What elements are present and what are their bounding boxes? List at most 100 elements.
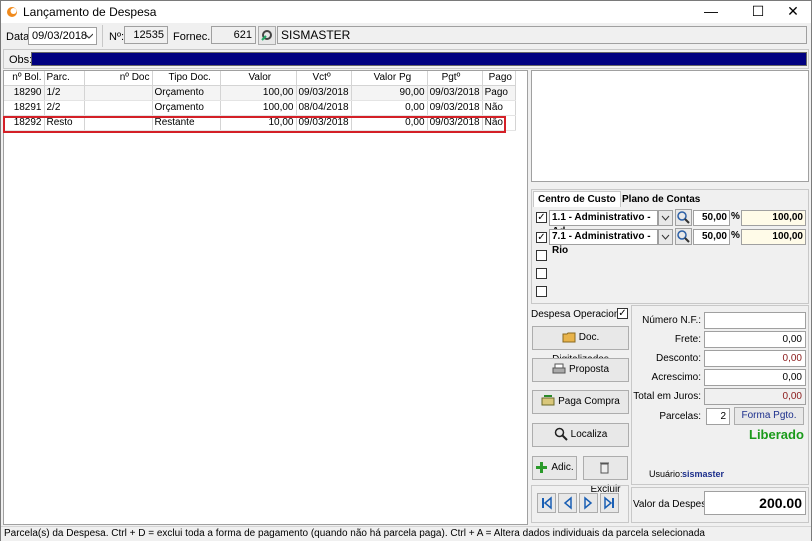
cc-checkbox-2[interactable]: ✓ xyxy=(536,232,547,243)
obs-label: Obs: xyxy=(9,54,33,66)
minimize-icon: — xyxy=(704,3,718,19)
nav-next-button[interactable] xyxy=(579,493,598,513)
table-row-selected[interactable]: 18292 Resto Restante 10,00 09/03/2018 0,… xyxy=(4,115,516,131)
cc-search-button-2[interactable] xyxy=(675,228,692,245)
cc-value-2[interactable]: 100,00 xyxy=(741,229,806,245)
tab-plano-contas[interactable]: Plano de Contas xyxy=(618,192,704,208)
col-header[interactable]: nº Doc xyxy=(84,71,153,86)
num-field[interactable]: 12535 xyxy=(124,26,168,44)
desconto-field[interactable]: 0,00 xyxy=(704,350,806,367)
cc-search-button-1[interactable] xyxy=(675,209,692,226)
parcelas-field[interactable]: 2 xyxy=(706,408,730,425)
cell: 18290 xyxy=(4,85,45,101)
percent-sign: % xyxy=(731,230,740,241)
proposta-button[interactable]: Proposta xyxy=(532,358,629,382)
cc-percent-2[interactable]: 50,00 xyxy=(693,229,730,245)
cc-checkbox-3[interactable] xyxy=(536,250,547,261)
col-header[interactable]: Vctº xyxy=(296,71,352,86)
col-header[interactable]: nº Bol. xyxy=(4,71,45,86)
frete-label: Frete: xyxy=(674,334,701,345)
title-bar: Lançamento de Despesa — ☐ ✕ xyxy=(1,1,811,23)
cell: Resto xyxy=(44,115,85,131)
valor-despesa-field[interactable]: 200.00 xyxy=(704,491,806,515)
fornec-search-button[interactable] xyxy=(258,26,276,45)
col-header[interactable]: Valor Pg xyxy=(351,71,428,86)
cc-value-1[interactable]: 100,00 xyxy=(741,210,806,226)
chevron-down-icon xyxy=(661,234,670,240)
cc-percent-1[interactable]: 50,00 xyxy=(693,210,730,226)
cc-checkbox-4[interactable] xyxy=(536,268,547,279)
minimize-button[interactable]: — xyxy=(691,1,731,22)
cc-checkbox-5[interactable] xyxy=(536,286,547,297)
status-bar: Parcela(s) da Despesa. Ctrl + D = exclui… xyxy=(1,526,811,541)
obs-input[interactable] xyxy=(31,52,807,66)
usuario-value: sismaster xyxy=(682,469,725,479)
doc-digitalizados-button[interactable]: Doc. Digitalizados xyxy=(532,326,629,365)
col-header[interactable]: Parc. xyxy=(44,71,85,86)
col-header[interactable]: Pago xyxy=(482,71,516,86)
table-row[interactable]: 18291 2/2 Orçamento 100,00 08/04/2018 0,… xyxy=(4,100,516,116)
search-icon xyxy=(554,428,568,442)
data-select[interactable]: 09/03/2018 xyxy=(28,27,97,45)
total-juros-field: 0,00 xyxy=(704,388,806,405)
cell: Não xyxy=(482,100,516,116)
cell: 09/03/2018 xyxy=(427,100,483,116)
chevron-down-icon xyxy=(661,215,670,221)
printer-icon xyxy=(552,363,566,374)
search-icon xyxy=(677,211,690,224)
numero-nf-field[interactable] xyxy=(704,312,806,329)
cell: 09/03/2018 xyxy=(296,85,352,101)
cell: 09/03/2018 xyxy=(427,85,483,101)
frete-field[interactable]: 0,00 xyxy=(704,331,806,348)
adic-button[interactable]: Adic. xyxy=(532,456,577,480)
cc-dropdown-2[interactable] xyxy=(658,229,673,245)
cc-name-1: 1.1 - Administrativo - Ad xyxy=(549,210,658,237)
money-icon xyxy=(541,395,555,406)
chevron-down-icon xyxy=(85,33,93,39)
search-icon xyxy=(677,230,690,243)
nav-last-button[interactable] xyxy=(600,493,619,513)
main-window: Lançamento de Despesa — ☐ ✕ Data: 09/03/… xyxy=(0,0,812,541)
cell xyxy=(84,115,153,131)
localiza-button[interactable]: Localiza xyxy=(532,423,629,447)
fornec-name-field: SISMASTER xyxy=(277,26,807,44)
cc-checkbox-1[interactable]: ✓ xyxy=(536,212,547,223)
cell: Restante xyxy=(152,115,221,131)
status-liberado: Liberado xyxy=(749,427,804,442)
localiza-label: Localiza xyxy=(570,429,608,440)
fornec-label: Fornec.: xyxy=(173,31,214,43)
nav-prev-button[interactable] xyxy=(558,493,577,513)
proposta-label: Proposta xyxy=(568,364,610,375)
cc-dropdown-1[interactable] xyxy=(658,210,673,226)
fornec-code-field[interactable]: 621 xyxy=(211,26,256,44)
cell: Orçamento xyxy=(152,100,221,116)
cell xyxy=(84,85,153,101)
cell: 2/2 xyxy=(44,100,85,116)
cell: 0,00 xyxy=(351,115,428,131)
table-header-row: nº Bol. Parc. nº Doc Tipo Doc. Valor Vct… xyxy=(4,71,516,86)
maximize-button[interactable]: ☐ xyxy=(738,1,778,22)
acrescimo-field[interactable]: 0,00 xyxy=(704,369,806,386)
despesa-operacional-checkbox[interactable]: ✓ xyxy=(617,308,628,319)
last-icon xyxy=(604,496,614,510)
maximize-icon: ☐ xyxy=(751,3,765,19)
cell: 90,00 xyxy=(351,85,428,101)
first-icon xyxy=(542,496,552,510)
tab-centro-custo[interactable]: Centro de Custo xyxy=(533,191,621,207)
memo-box[interactable] xyxy=(531,70,809,182)
col-header[interactable]: Pgtº xyxy=(427,71,483,86)
plus-icon xyxy=(536,461,548,473)
cell: Não xyxy=(482,115,516,131)
nav-first-button[interactable] xyxy=(537,493,556,513)
excluir-button[interactable]: Excluir xyxy=(583,456,628,495)
cell: 18291 xyxy=(4,100,45,116)
table-row[interactable]: 18290 1/2 Orçamento 100,00 09/03/2018 90… xyxy=(4,85,516,101)
cell: 1/2 xyxy=(44,85,85,101)
col-header[interactable]: Tipo Doc. xyxy=(152,71,221,86)
forma-pgto-button[interactable]: Forma Pgto. xyxy=(734,407,804,425)
gear-icon xyxy=(261,30,272,41)
close-button[interactable]: ✕ xyxy=(773,1,812,22)
usuario-label: Usuário: xyxy=(649,469,683,479)
col-header[interactable]: Valor xyxy=(220,71,297,86)
paga-compra-button[interactable]: Paga Compra xyxy=(532,390,629,414)
